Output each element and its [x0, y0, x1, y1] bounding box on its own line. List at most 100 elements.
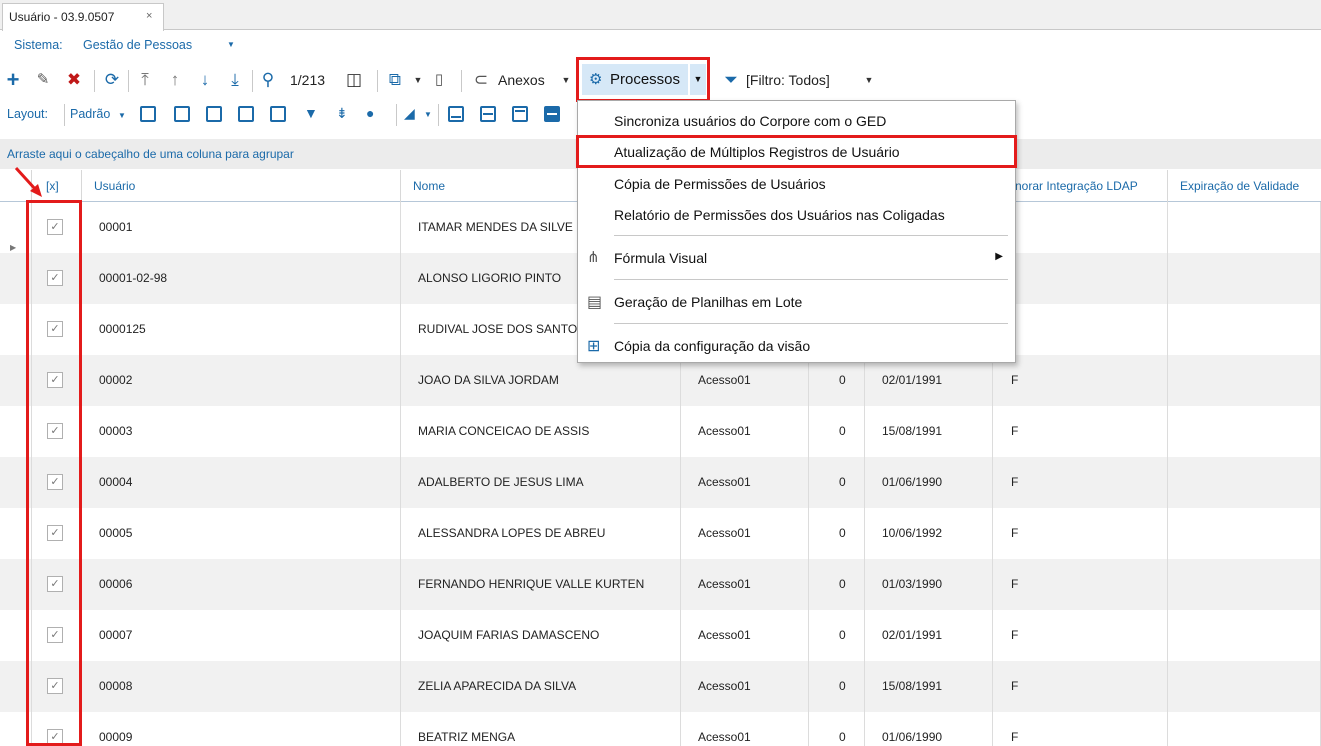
collapse-icon[interactable] [174, 106, 190, 122]
insert-row-icon[interactable] [206, 106, 222, 122]
cell-acesso: Acesso01 [681, 406, 809, 457]
cell-usuario: 00002 [82, 355, 401, 406]
menu-item-batch-spreadsheets[interactable]: ▤ Geração de Planilhas em Lote [578, 287, 1015, 317]
last-record-icon[interactable]: ⤓ [226, 64, 244, 96]
cell-exp [1168, 559, 1321, 610]
processes-dropdown-icon[interactable]: ▼ [690, 64, 706, 95]
layout-selector[interactable]: Padrão [70, 107, 110, 121]
cell-f: F [993, 457, 1168, 508]
filter-dropdown-icon[interactable]: ▼ [862, 64, 876, 96]
menu-item-highlight [576, 135, 1017, 168]
menu-item-permissions-report[interactable]: Relatório de Permissões dos Usuários nas… [578, 200, 1015, 230]
cell-acesso: Acesso01 [681, 559, 809, 610]
chart-icon[interactable]: ◢ [404, 105, 415, 122]
table-row[interactable]: ✓ 00008 ZELIA APARECIDA DA SILVA Acesso01 0 1… [0, 661, 1321, 712]
cell-exp [1168, 610, 1321, 661]
attachments-button[interactable]: Anexos [498, 64, 545, 96]
table-row[interactable]: ✓ 00003 MARIA CONCEICAO DE ASSIS Acesso01 0 1… [0, 406, 1321, 457]
menu-separator [614, 323, 1008, 324]
selection-column-highlight [26, 200, 82, 746]
cell-acesso: Acesso01 [681, 712, 809, 746]
menu-separator [614, 279, 1008, 280]
filter-button[interactable]: [Filtro: Todos] [746, 64, 830, 96]
close-tab-icon[interactable]: × [146, 10, 152, 22]
table-row[interactable]: ✓ 00004 ADALBERTO DE JESUS LIMA Acesso01 0 01… [0, 457, 1321, 508]
cell-nome: ALESSANDRA LOPES DE ABREU [401, 508, 681, 559]
cell-zero: 0 [809, 559, 865, 610]
cell-acesso: Acesso01 [681, 457, 809, 508]
move-up-icon[interactable] [238, 106, 254, 122]
document-tab[interactable]: Usuário - 03.9.0507 × [2, 3, 164, 31]
grid-icon: ⊞ [587, 338, 601, 355]
shapes-icon[interactable]: ● [366, 105, 374, 121]
cell-data: 02/01/1991 [865, 610, 993, 661]
cell-usuario: 00004 [82, 457, 401, 508]
processes-button[interactable]: ⚙ Processos [582, 64, 688, 95]
record-position: 1/213 [290, 72, 326, 88]
open-external-icon[interactable]: ⧉ [386, 64, 404, 96]
next-record-icon[interactable]: ↓ [196, 64, 214, 96]
view-top-panel-icon[interactable] [512, 106, 528, 122]
cell-nome: BEATRIZ MENGA [401, 712, 681, 746]
chart-dropdown-icon[interactable]: ▼ [424, 110, 432, 119]
cell-nome: JOAQUIM FARIAS DAMASCENO [401, 610, 681, 661]
first-record-icon[interactable]: ⤒ [136, 64, 154, 96]
chevron-down-icon[interactable]: ▼ [412, 64, 424, 96]
move-down-icon[interactable] [270, 106, 286, 122]
view-full-icon[interactable] [544, 106, 560, 122]
previous-record-icon[interactable]: ↑ [166, 64, 184, 96]
cell-zero: 0 [809, 712, 865, 746]
columns-icon[interactable]: ◫ [344, 64, 364, 96]
processes-button-highlight: ⚙ Processos ▼ [576, 57, 710, 102]
search-icon[interactable]: ⚲ [258, 64, 278, 96]
table-row[interactable]: ✓ 00005 ALESSANDRA LOPES DE ABREU Acesso01 0… [0, 508, 1321, 559]
system-dropdown-icon[interactable]: ▼ [227, 40, 235, 49]
org-chart-icon: ⋔ [587, 249, 600, 266]
menu-item-sync-ged[interactable]: Sincroniza usuários do Corpore com o GED [578, 106, 1015, 136]
attachments-dropdown-icon[interactable]: ▼ [559, 64, 573, 96]
cell-f [993, 304, 1168, 355]
document-icon[interactable]: ▯ [430, 64, 448, 96]
cell-acesso: Acesso01 [681, 610, 809, 661]
view-bottom-panel-icon[interactable] [448, 106, 464, 122]
view-split-icon[interactable] [480, 106, 496, 122]
toolbar-separator [377, 70, 378, 92]
table-row[interactable]: ✓ 00007 JOAQUIM FARIAS DAMASCENO Acesso01 0 0… [0, 610, 1321, 661]
cell-usuario: 00006 [82, 559, 401, 610]
menu-item-copy-permissions[interactable]: Cópia de Permissões de Usuários [578, 169, 1015, 199]
cell-data: 15/08/1991 [865, 406, 993, 457]
expand-icon[interactable] [140, 106, 156, 122]
cell-nome: MARIA CONCEICAO DE ASSIS [401, 406, 681, 457]
paint-icon[interactable]: ▼ [304, 105, 318, 121]
pin-icon[interactable]: ⇟ [336, 105, 348, 122]
column-header-ignorar-ldap[interactable]: norar Integração LDAP [993, 170, 1168, 202]
document-tab-strip: Usuário - 03.9.0507 × [0, 0, 1321, 31]
cell-f: F [993, 406, 1168, 457]
table-row[interactable]: ✓ 00009 BEATRIZ MENGA Acesso01 0 01/06/1990 F [0, 712, 1321, 746]
layout-dropdown-icon[interactable]: ▼ [118, 111, 126, 120]
menu-item-visual-formula[interactable]: ⋔ Fórmula Visual ▶ [578, 243, 1015, 273]
menu-item-copy-view-config[interactable]: ⊞ Cópia da configuração da visão [578, 331, 1015, 361]
column-header-usuario[interactable]: Usuário [82, 170, 401, 202]
toolbar-separator [461, 70, 462, 92]
refresh-icon[interactable]: ⟳ [102, 64, 122, 96]
cell-exp [1168, 712, 1321, 746]
system-selector[interactable]: Gestão de Pessoas [83, 38, 192, 52]
toolbar-separator [396, 104, 397, 126]
table-row[interactable]: ✓ 00006 FERNANDO HENRIQUE VALLE KURTEN Aces… [0, 559, 1321, 610]
cell-data: 01/06/1990 [865, 457, 993, 508]
add-icon[interactable]: + [4, 64, 22, 96]
cell-f [993, 202, 1168, 253]
delete-icon[interactable]: ✖ [64, 64, 84, 96]
cell-usuario: 00001 [82, 202, 401, 253]
layout-toolbar: Layout: Padrão ▼ ▼ ⇟ ● ◢ ▼ [0, 101, 580, 129]
edit-icon[interactable]: ✎ [34, 64, 52, 96]
cell-exp [1168, 661, 1321, 712]
cell-nome: ADALBERTO DE JESUS LIMA [401, 457, 681, 508]
toolbar-separator [128, 70, 129, 92]
spreadsheet-icon: ▤ [587, 294, 603, 311]
cell-exp [1168, 253, 1321, 304]
column-header-expiracao[interactable]: Expiração de Validade [1168, 170, 1321, 202]
layout-label: Layout: [7, 107, 49, 121]
cell-f: F [993, 355, 1168, 406]
